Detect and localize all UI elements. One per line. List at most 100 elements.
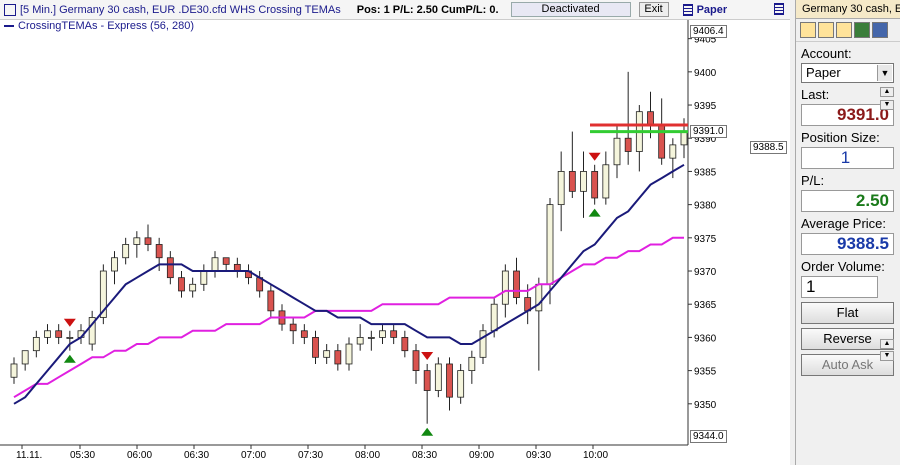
volume-up-icon[interactable]: ▲: [880, 339, 894, 349]
candle-body: [591, 171, 599, 199]
spin-down-icon[interactable]: ▼: [880, 100, 894, 110]
candle-body: [613, 137, 621, 166]
y-tick-label: 9400: [694, 68, 717, 79]
candle-body: [513, 270, 520, 298]
candle-body: [166, 257, 174, 279]
exit-button[interactable]: Exit: [638, 2, 669, 17]
candle-body: [412, 350, 420, 372]
account-select-value: Paper: [806, 65, 841, 80]
export-icon[interactable]: [854, 22, 870, 38]
indicator-legend: CrossingTEMAs - Express (56, 280): [4, 20, 194, 32]
flat-button[interactable]: Flat: [801, 302, 894, 324]
position-size-label: Position Size:: [801, 130, 880, 145]
price-tag-current: 9391.0: [690, 124, 727, 138]
x-tick-label: 08:00: [355, 450, 380, 461]
legend-line-icon: [4, 25, 14, 27]
candle-body: [334, 350, 342, 365]
candle-body: [490, 303, 498, 332]
candle-body: [32, 337, 40, 352]
y-tick-label: 9360: [694, 333, 717, 344]
legend-text: CrossingTEMAs - Express (56, 280): [18, 20, 195, 32]
candle-body: [55, 330, 63, 338]
candle-body: [479, 330, 487, 358]
average-price-field: 9388.5: [801, 233, 894, 255]
panel-toolbar: [796, 19, 900, 42]
candle-body: [200, 270, 208, 285]
candle-body: [680, 131, 688, 146]
candle-body: [434, 363, 442, 391]
pl-label: P/L:: [801, 173, 825, 188]
candle-body: [647, 111, 654, 126]
deactivated-button[interactable]: Deactivated: [510, 2, 631, 17]
candle-body: [501, 270, 509, 305]
chevron-down-icon[interactable]: ▼: [877, 65, 892, 81]
volume-down-icon[interactable]: ▼: [880, 351, 894, 361]
candle-body: [211, 257, 219, 272]
candle-body: [133, 237, 141, 245]
y-tick-label: 9385: [694, 167, 717, 178]
order-volume-field[interactable]: 1: [801, 276, 878, 298]
account-indicator-label: Paper: [696, 3, 728, 16]
candle-body: [546, 204, 554, 285]
chart-toolbar: [5 Min.] Germany 30 cash, EUR .DE30.cfd …: [0, 0, 790, 20]
candle-body: [624, 137, 632, 152]
candle-body: [267, 290, 275, 312]
candle-body: [457, 370, 465, 398]
y-tick-label: 9380: [694, 201, 717, 212]
order-volume-label: Order Volume:: [801, 259, 885, 274]
grid-icon: [682, 3, 693, 16]
x-tick-label: 10:00: [583, 450, 608, 461]
candle-body: [535, 283, 543, 312]
x-tick-label: 09:00: [469, 450, 494, 461]
candle-body: [423, 370, 431, 391]
settings-icon[interactable]: [774, 3, 784, 15]
y-tick-label: 9370: [694, 267, 717, 278]
price-tag-bottom: 9344.0: [690, 430, 727, 443]
candle-body: [557, 171, 565, 206]
pl-field: 2.50: [801, 190, 894, 212]
account-indicator[interactable]: Paper: [682, 3, 728, 16]
y-tick-label: 9355: [694, 367, 717, 378]
candle-body: [21, 350, 29, 365]
candle-body: [669, 144, 677, 159]
y-tick-label: 9395: [694, 101, 717, 112]
candle-body: [289, 323, 297, 332]
candle-body: [323, 350, 331, 358]
edit-tool-icon[interactable]: [818, 22, 834, 38]
candle-body: [10, 363, 18, 378]
y-tick-label: 9350: [694, 400, 717, 411]
order-tool-icon[interactable]: [836, 22, 852, 38]
candle-body: [356, 337, 364, 345]
candle-body: [111, 257, 118, 272]
spin-up-icon[interactable]: ▲: [880, 87, 894, 97]
x-tick-label: 05:30: [70, 450, 95, 461]
candle-body: [189, 283, 197, 292]
candle-body: [446, 363, 453, 398]
draw-tool-icon[interactable]: [800, 22, 816, 38]
candle-body: [122, 244, 130, 259]
candle-body: [658, 124, 666, 159]
account-select[interactable]: Paper ▼: [801, 63, 894, 83]
window-icon[interactable]: [872, 22, 888, 38]
candle-body: [155, 244, 163, 259]
x-tick-label: 07:30: [298, 450, 323, 461]
price-chart[interactable]: 9350935593609365937093759380938593909395…: [0, 0, 790, 465]
average-price-label: Average Price:: [801, 216, 887, 231]
account-label: Account:: [801, 46, 852, 61]
price-tag-top: 9406.4: [690, 25, 727, 38]
y-tick-label: 9365: [694, 300, 717, 311]
x-tick-label: 07:00: [241, 450, 266, 461]
candle-body: [468, 356, 476, 372]
candle-body: [367, 337, 375, 339]
chart-title: [5 Min.] Germany 30 cash, EUR .DE30.cfd …: [20, 3, 341, 16]
candle-body: [580, 171, 587, 192]
order-panel: Germany 30 cash, E Account: Paper ▼ Last…: [795, 0, 900, 465]
candle-body: [44, 330, 51, 338]
price-tag-average: 9388.5: [750, 141, 787, 155]
chart-icon: [4, 3, 16, 16]
candle-body: [401, 337, 409, 352]
candle-body: [300, 330, 308, 338]
candle-body: [568, 171, 576, 192]
candle-body: [66, 337, 74, 339]
chart-area[interactable]: 9350 9355 9360 9365 9370 9375 9380 9385 9390 9395…: [0, 0, 790, 465]
